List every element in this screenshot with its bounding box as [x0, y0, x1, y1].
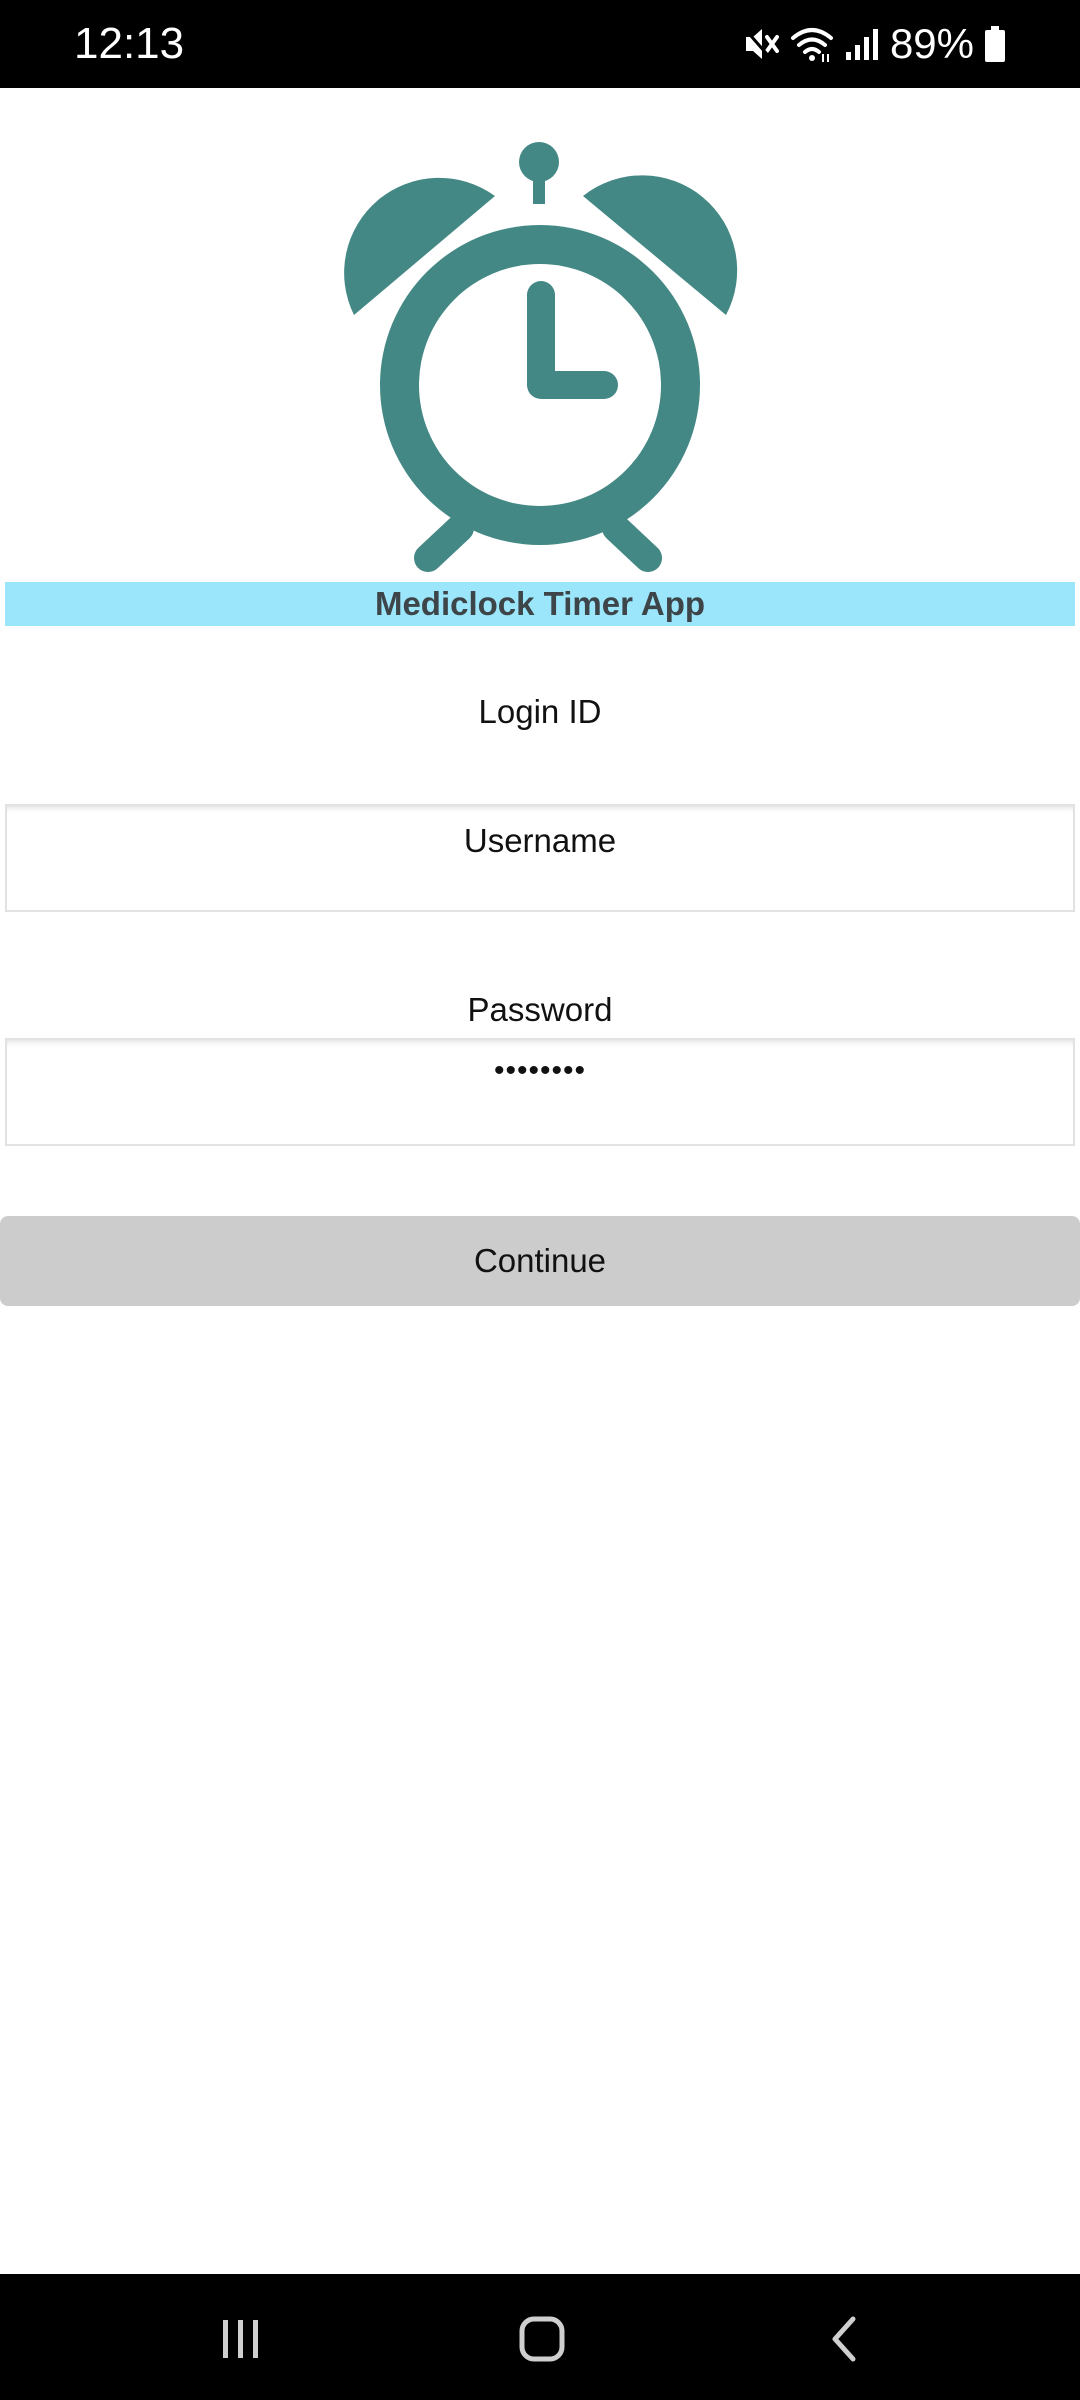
password-field[interactable]: ••••••••: [5, 1038, 1075, 1146]
navigation-bar: [0, 2274, 1080, 2400]
status-bar: 12:13 89%: [0, 0, 1080, 88]
status-time: 12:13: [74, 19, 185, 68]
battery-percent: 89%: [889, 20, 974, 67]
username-value: Username: [463, 822, 617, 859]
app-title: Mediclock Timer App: [374, 585, 706, 622]
signal-icon: [844, 24, 880, 64]
continue-button[interactable]: Continue: [0, 1216, 1080, 1306]
battery-icon: [984, 24, 1006, 64]
login-id-label: Login ID: [478, 693, 602, 730]
home-icon[interactable]: [507, 2304, 577, 2374]
alarm-clock-icon: [320, 140, 760, 580]
password-label: Password: [467, 991, 613, 1028]
mute-icon: [742, 24, 780, 64]
back-icon[interactable]: [810, 2304, 880, 2374]
wifi-icon: [790, 24, 834, 64]
login-screen: 12:13 89% Mediclock Timer App Login ID U…: [0, 0, 1080, 2400]
password-value: ••••••••: [493, 1054, 587, 1087]
title-banner: Mediclock Timer App: [5, 582, 1075, 626]
username-field[interactable]: Username: [5, 804, 1075, 912]
status-icons: 89%: [742, 14, 1006, 74]
recent-apps-icon[interactable]: [206, 2304, 276, 2374]
